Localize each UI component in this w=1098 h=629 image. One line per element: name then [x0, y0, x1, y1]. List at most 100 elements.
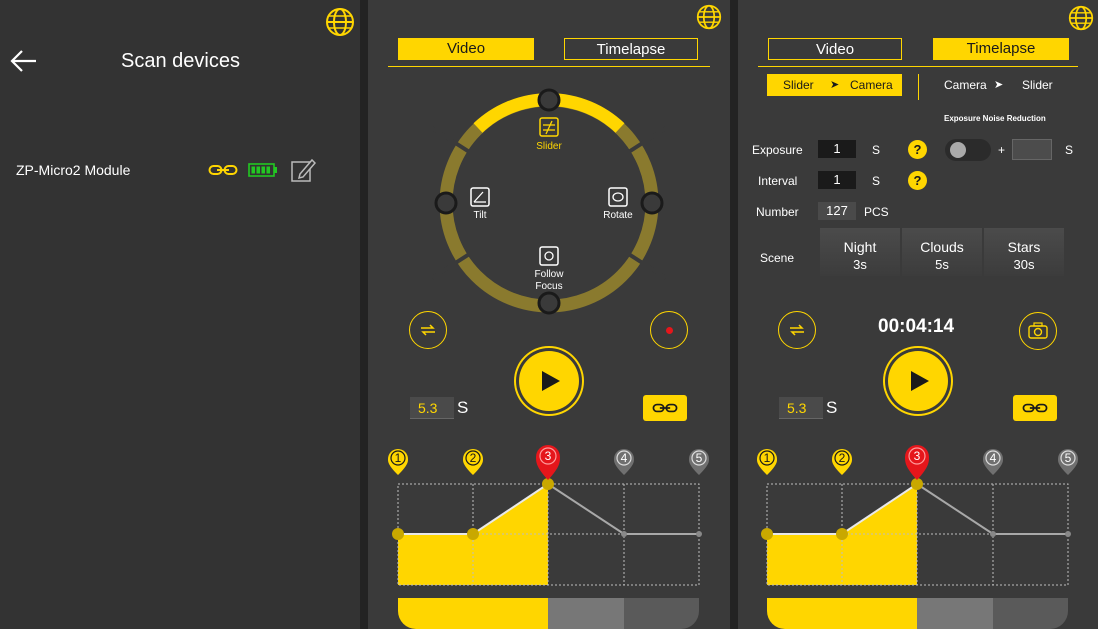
loop-icon — [790, 324, 804, 336]
ring-handle-top — [537, 88, 561, 112]
keyframe-point — [990, 531, 996, 537]
follow-focus-mode-label: Follow Focus — [534, 269, 564, 292]
edit-icon[interactable] — [290, 157, 316, 183]
number-label: Number — [756, 205, 799, 219]
keyframe-label: 3 — [914, 449, 921, 463]
follow-focus-mode-icon[interactable] — [539, 246, 559, 266]
scan-devices-panel: Scan devices ZP-Micro2 Module — [0, 0, 360, 629]
keyframe-label: 3 — [545, 449, 552, 463]
tab-underline — [388, 66, 710, 67]
keyframe-point — [696, 531, 702, 537]
globe-icon[interactable] — [696, 4, 722, 30]
link-button[interactable] — [1013, 395, 1057, 421]
number-input[interactable]: 127 — [818, 202, 856, 220]
slider-mode-icon[interactable] — [539, 117, 559, 137]
rotate-mode-icon[interactable] — [608, 187, 628, 207]
keyframe-label: 1 — [395, 451, 402, 465]
exposure-input[interactable]: 1 — [818, 140, 856, 158]
progress-bar-segment — [917, 598, 993, 629]
duration-unit: S — [457, 398, 469, 417]
progress-bar-segment — [548, 598, 624, 629]
keyframe-label: 2 — [470, 451, 477, 465]
link-icon[interactable] — [208, 163, 238, 177]
noise-reduction-toggle[interactable] — [945, 139, 991, 161]
record-button[interactable] — [650, 311, 688, 349]
link-icon — [652, 403, 678, 413]
divider — [918, 74, 919, 100]
interval-label: Interval — [758, 174, 798, 188]
help-icon[interactable]: ? — [908, 171, 927, 190]
loop-icon — [421, 324, 435, 336]
camera-icon — [1028, 322, 1048, 339]
duration-field[interactable]: 5.3 — [779, 397, 823, 419]
tilt-mode-label: Tilt — [473, 210, 487, 221]
nr-input[interactable] — [1012, 139, 1052, 160]
keyframe-label: 5 — [1065, 451, 1072, 465]
tab-video[interactable]: Video — [768, 38, 902, 60]
tab-video[interactable]: Video — [398, 38, 534, 60]
progress-bar-filled — [398, 598, 548, 629]
play-icon — [911, 371, 929, 391]
camera-button[interactable] — [1019, 312, 1057, 350]
keyframe-label: 2 — [839, 451, 846, 465]
keyframe-label: 4 — [621, 451, 628, 465]
nr-unit: S — [1065, 143, 1074, 157]
link-button[interactable] — [643, 395, 687, 421]
timelapse-panel: Video Timelapse Slider ➤ Camera Camera ➤… — [738, 0, 1098, 629]
exposure-unit: S — [872, 143, 881, 157]
countdown-timer: 00:04:14 — [878, 316, 955, 337]
keyframe-point — [1065, 531, 1071, 537]
scene-label: Scene — [760, 251, 795, 265]
ring-handle-right — [640, 191, 664, 215]
keyframe-label: 5 — [696, 451, 703, 465]
ring-handle-bottom — [537, 291, 561, 315]
slider-mode-label: Slider — [536, 141, 562, 152]
play-button[interactable] — [888, 351, 948, 411]
play-icon — [542, 371, 560, 391]
ring-handle-left — [434, 191, 458, 215]
help-icon[interactable]: ? — [908, 140, 927, 159]
scene-clouds[interactable]: Clouds 5s — [902, 228, 982, 276]
keyframe-graph[interactable]: 1 2 3 4 5 — [755, 442, 1085, 629]
keyframe-point — [621, 531, 627, 537]
tab-timelapse[interactable]: Timelapse — [564, 38, 698, 60]
play-button[interactable] — [519, 351, 579, 411]
tab-timelapse[interactable]: Timelapse — [933, 38, 1069, 60]
keyframe-label: 1 — [764, 451, 771, 465]
scene-night[interactable]: Night 3s — [820, 228, 900, 276]
record-icon — [666, 327, 673, 334]
keyframe-point — [761, 528, 773, 540]
rotate-mode-label: Rotate — [603, 210, 633, 221]
progress-bar-segment — [993, 598, 1068, 629]
keyframe-point — [467, 528, 479, 540]
duration-unit: S — [826, 398, 838, 417]
device-name[interactable]: ZP-Micro2 Module — [16, 162, 130, 178]
order-slider-camera-toggle[interactable]: Slider ➤ Camera — [767, 74, 902, 96]
progress-bar-segment — [624, 598, 699, 629]
globe-icon[interactable] — [325, 7, 355, 37]
link-icon — [1022, 403, 1048, 413]
battery-icon — [248, 163, 277, 177]
back-arrow-icon[interactable] — [10, 50, 38, 72]
order-camera-slider-toggle[interactable]: Camera ➤ Slider — [936, 74, 1071, 96]
interval-input[interactable]: 1 — [818, 171, 856, 189]
tilt-mode-icon[interactable] — [470, 187, 490, 207]
globe-icon[interactable] — [1068, 5, 1094, 31]
keyframe-label: 4 — [990, 451, 997, 465]
keyframe-point — [392, 528, 404, 540]
duration-field[interactable]: 5.3 — [410, 397, 454, 419]
interval-unit: S — [872, 174, 881, 188]
keyframe-graph[interactable]: 1 2 3 4 5 — [386, 442, 716, 629]
page-title: Scan devices — [121, 50, 240, 72]
nr-plus: + — [998, 143, 1006, 157]
exposure-label: Exposure — [752, 143, 803, 157]
scene-stars[interactable]: Stars 30s — [984, 228, 1064, 276]
number-unit: PCS — [864, 205, 889, 219]
progress-bar-filled — [767, 598, 917, 629]
loop-button[interactable] — [778, 311, 816, 349]
video-panel: Video Timelapse Slider Tilt Rotate Follo… — [368, 0, 730, 629]
loop-button[interactable] — [409, 311, 447, 349]
tab-underline — [758, 66, 1078, 67]
noise-reduction-label: Exposure Noise Reduction — [944, 114, 1046, 123]
keyframe-point — [836, 528, 848, 540]
